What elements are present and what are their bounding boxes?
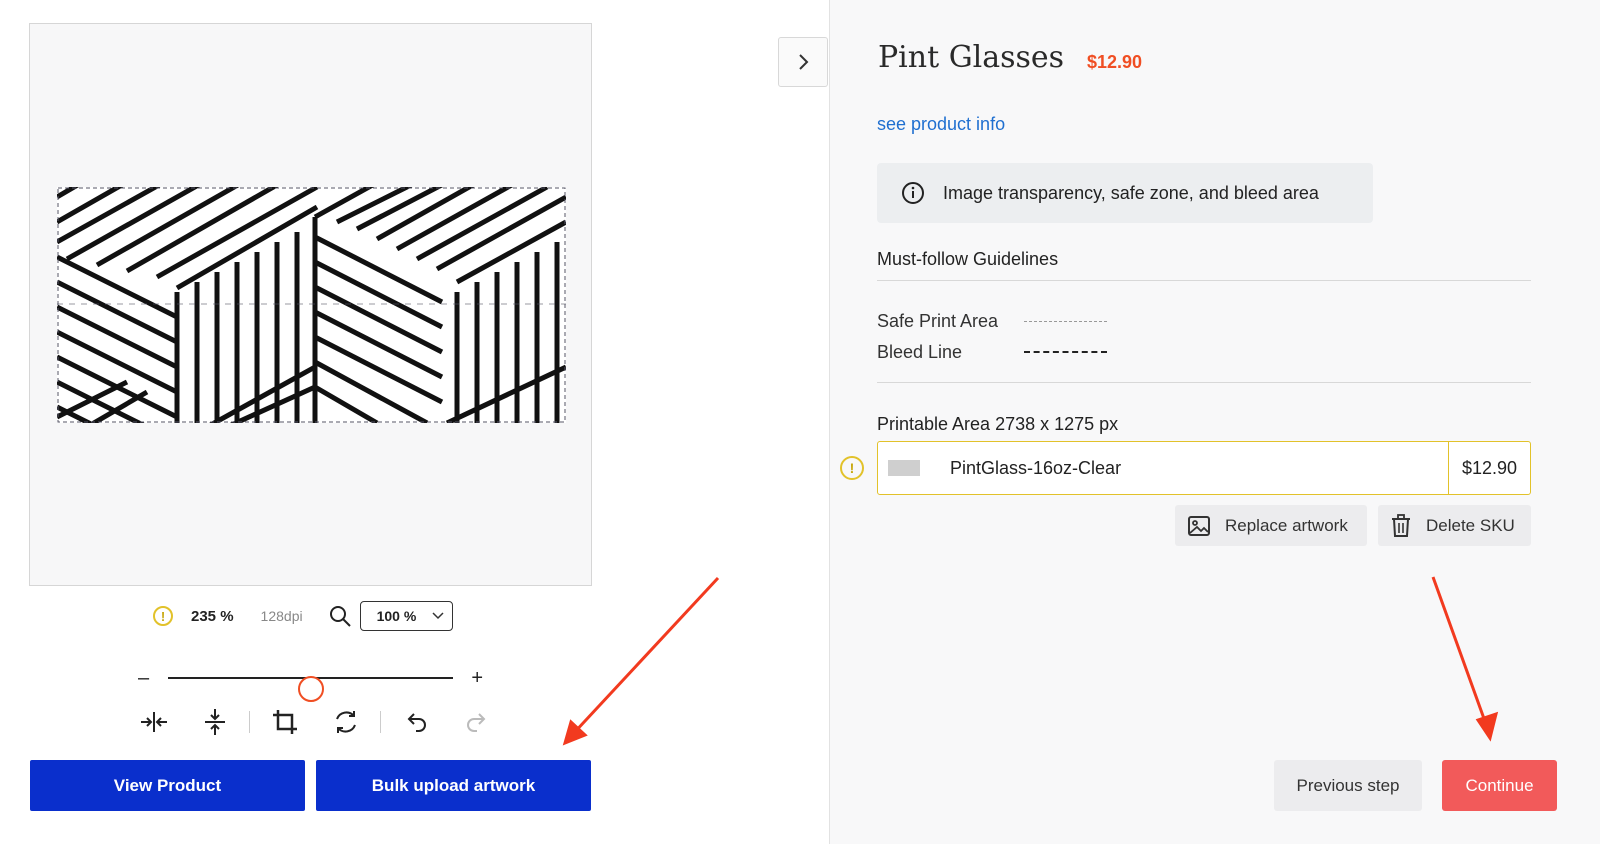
flip-vertical-button[interactable] — [198, 706, 232, 738]
editor-panel: ! 235 % 128dpi 100 % – + View Product Bu… — [0, 0, 828, 844]
bulk-upload-artwork-button[interactable]: Bulk upload artwork — [316, 760, 591, 811]
search-icon — [329, 606, 351, 627]
sku-row[interactable]: PintGlass-16oz-Clear $12.90 — [877, 441, 1531, 495]
safe-print-area-label: Safe Print Area — [877, 311, 999, 331]
divider — [877, 382, 1531, 383]
rotate-button[interactable] — [329, 706, 363, 738]
chevron-right-icon — [799, 54, 809, 70]
edit-toolbar — [137, 706, 521, 738]
zoom-in-button[interactable]: + — [471, 666, 483, 690]
flip-horizontal-icon — [141, 712, 167, 732]
dpi-value: 128dpi — [260, 608, 303, 624]
slider-thumb[interactable] — [297, 676, 324, 702]
guidelines-heading: Must-follow Guidelines — [877, 249, 1059, 269]
replace-artwork-label: Replace artwork — [1225, 515, 1348, 535]
slider-track[interactable] — [168, 676, 453, 702]
delete-sku-label: Delete SKU — [1426, 515, 1515, 535]
artwork-canvas[interactable] — [29, 23, 592, 586]
info-banner-text: Image transparency, safe zone, and bleed… — [943, 182, 1319, 203]
low-resolution-warning-icon: ! — [153, 606, 173, 626]
undo-icon — [407, 713, 426, 732]
redo-icon — [467, 713, 486, 732]
sku-price: $12.90 — [1448, 442, 1530, 494]
flip-vertical-icon — [205, 709, 225, 735]
bleed-line-sample — [1024, 351, 1107, 353]
bleed-line-label: Bleed Line — [877, 342, 963, 362]
delete-sku-button[interactable]: Delete SKU — [1378, 505, 1531, 546]
printable-area-text: Printable Area 2738 x 1275 px — [877, 414, 1119, 434]
zoom-select-value: 100 % — [376, 608, 417, 624]
sku-name: PintGlass-16oz-Clear — [950, 457, 1122, 478]
crop-button[interactable] — [268, 706, 302, 738]
zoom-out-button[interactable]: – — [138, 666, 149, 690]
rotate-icon — [336, 711, 356, 733]
crop-icon — [273, 710, 297, 734]
zoom-slider[interactable]: – + — [138, 666, 483, 702]
toolbar-divider — [380, 711, 381, 733]
safe-area-line-sample — [1024, 321, 1107, 322]
toolbar-divider — [249, 711, 250, 733]
trash-icon — [1392, 513, 1410, 537]
undo-button[interactable] — [399, 706, 433, 738]
divider — [877, 280, 1531, 281]
image-icon — [1188, 515, 1210, 536]
collapse-panel-button[interactable] — [778, 37, 828, 87]
continue-button[interactable]: Continue — [1442, 760, 1557, 811]
zoom-info-row: ! 235 % 128dpi 100 % — [153, 600, 453, 632]
flip-horizontal-button[interactable] — [137, 706, 171, 738]
product-panel: Pint Glasses $12.90 see product info Ima… — [829, 0, 1600, 844]
product-price: $12.90 — [1087, 52, 1143, 72]
sku-thumbnail — [888, 460, 920, 476]
info-icon — [902, 182, 924, 204]
artwork-image[interactable] — [57, 187, 566, 423]
product-title: Pint Glasses — [878, 40, 1065, 75]
view-product-button[interactable]: View Product — [30, 760, 305, 811]
redo-button[interactable] — [460, 706, 494, 738]
product-info-link[interactable]: see product info — [877, 114, 1005, 135]
zoom-select[interactable]: 100 % — [359, 601, 453, 631]
replace-artwork-button[interactable]: Replace artwork — [1175, 505, 1367, 546]
guidelines-info-banner[interactable]: Image transparency, safe zone, and bleed… — [877, 163, 1373, 223]
previous-step-button[interactable]: Previous step — [1274, 760, 1422, 811]
sku-warning-icon: ! — [840, 456, 864, 480]
zoom-percent: 235 % — [191, 607, 234, 625]
chevron-down-icon — [432, 612, 444, 620]
